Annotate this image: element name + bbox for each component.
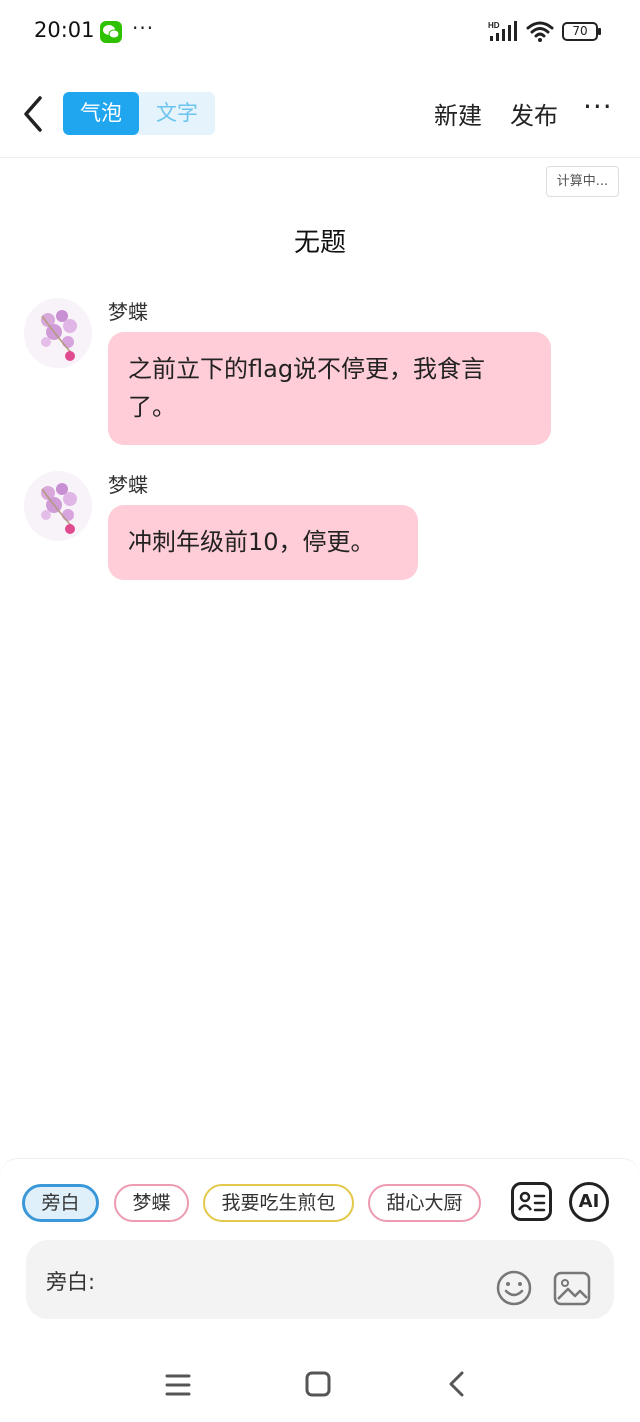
status-time: 20:01: [34, 18, 95, 42]
smile-icon[interactable]: [496, 1270, 532, 1306]
sender-name: 梦蝶: [108, 300, 148, 324]
status-more-icon: ···: [132, 16, 155, 40]
message-input[interactable]: 旁白:: [26, 1240, 614, 1319]
mode-toggle: 气泡 文字: [63, 92, 215, 135]
role-chip-mengdie[interactable]: 梦蝶: [114, 1184, 189, 1222]
role-chip-chef[interactable]: 甜心大厨: [368, 1184, 481, 1222]
calculating-badge: 计算中...: [546, 166, 619, 197]
chevron-left-icon: [24, 96, 42, 132]
signal-icon: HD: [488, 21, 517, 41]
wechat-icon: [100, 21, 122, 43]
image-icon[interactable]: [553, 1271, 591, 1306]
more-menu-button[interactable]: ···: [583, 90, 613, 123]
wifi-icon: [526, 21, 554, 42]
avatar[interactable]: [24, 471, 92, 541]
avatar[interactable]: [24, 298, 92, 368]
recent-apps-icon[interactable]: [164, 1373, 192, 1397]
top-nav: 气泡 文字 新建 发布 ···: [0, 72, 640, 158]
back-button[interactable]: [16, 92, 52, 136]
network-type-label: HD: [488, 21, 500, 30]
role-chip-shengjian[interactable]: 我要吃生煎包: [203, 1184, 354, 1222]
ai-button[interactable]: AI: [569, 1182, 609, 1222]
message-bubble[interactable]: 之前立下的flag说不停更，我食言了。: [108, 332, 551, 445]
contact-card-icon: [517, 1191, 546, 1212]
input-role-label: 旁白:: [46, 1270, 96, 1294]
system-nav-bar: [0, 1345, 640, 1422]
publish-button[interactable]: 发布: [510, 96, 558, 131]
tab-bubble[interactable]: 气泡: [63, 92, 139, 135]
role-chip-narration[interactable]: 旁白: [22, 1184, 99, 1222]
status-bar: 20:01 ··· HD 70: [0, 0, 640, 64]
document-title[interactable]: 无题: [0, 222, 640, 259]
home-icon[interactable]: [305, 1371, 331, 1397]
sender-name: 梦蝶: [108, 473, 148, 497]
tab-text[interactable]: 文字: [139, 92, 215, 135]
system-back-icon[interactable]: [446, 1371, 468, 1397]
character-card-button[interactable]: [511, 1182, 552, 1221]
new-button[interactable]: 新建: [434, 96, 482, 131]
message-bubble[interactable]: 冲刺年级前10，停更。: [108, 505, 418, 580]
battery-indicator: 70: [562, 22, 601, 41]
